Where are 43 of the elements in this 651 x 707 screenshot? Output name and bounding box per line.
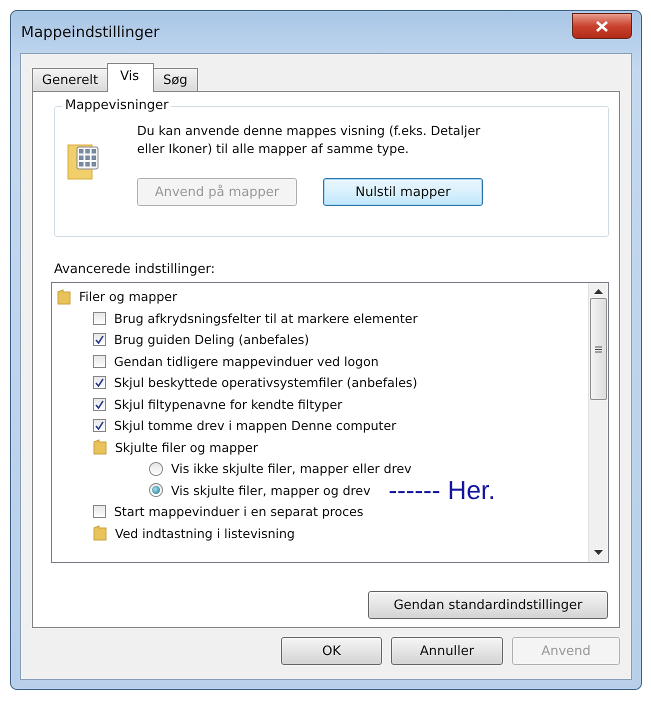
section-label: Avancerede indstillinger:	[54, 262, 216, 277]
scroll-down-icon[interactable]	[594, 550, 603, 555]
scroll-up-icon[interactable]	[594, 289, 603, 294]
checkbox[interactable]	[93, 354, 106, 368]
grip-icon	[595, 346, 602, 352]
option-label: Skjul tomme drev i mappen Denne computer	[114, 418, 396, 434]
annotation-text: ------ Her.	[388, 474, 496, 506]
close-button[interactable]	[572, 13, 632, 39]
window-title: Mappeindstillinger	[20, 23, 160, 41]
tab[interactable]: Vis	[107, 63, 154, 92]
radio-button[interactable]	[149, 462, 163, 476]
option-label: Gendan tidligere mappevinduer ved logon	[114, 354, 379, 369]
checkbox[interactable]	[93, 419, 106, 432]
option-label: Vis skjulte filer, mapper og drev	[171, 482, 370, 498]
dialog-button[interactable]: OK	[281, 637, 382, 665]
scroll-thumb[interactable]	[590, 298, 607, 400]
radio-button[interactable]	[149, 483, 163, 498]
restore-defaults-button[interactable]: Gendan standardindstillinger	[368, 591, 608, 619]
option-label: Skjul beskyttede operativsystemfiler (anbefales)	[114, 375, 418, 390]
group-title: Mappevisninger	[62, 98, 172, 113]
description-text: Du kan anvende denne mappes visning (f.eks. Detaljer eller Ikoner) til alle mapper af samme type.	[137, 122, 482, 158]
tab[interactable]: Generelt	[32, 68, 108, 91]
folder-icon	[57, 288, 71, 305]
option-label: Brug afkrydsningsfelter til at markere elementer	[114, 310, 418, 326]
tab[interactable]: Søg	[153, 68, 198, 91]
checkbox[interactable]	[93, 333, 106, 346]
close-icon	[596, 20, 608, 32]
checkbox[interactable]	[93, 312, 106, 325]
checkbox[interactable]	[93, 505, 106, 518]
option-label: Filer og mapper	[79, 289, 178, 304]
option-label: Brug guiden Deling (anbefales)	[114, 332, 310, 348]
option-label: Skjul filtypenavne for kendte filtyper	[114, 396, 342, 412]
checkbox[interactable]	[93, 376, 106, 390]
option-label: Ved indtastning i listevisning	[115, 526, 295, 541]
option-label: Skjulte filer og mapper	[115, 440, 258, 455]
dialog-button[interactable]: Annuller	[391, 637, 503, 665]
folder-icon	[93, 525, 107, 542]
checkbox[interactable]	[93, 398, 106, 411]
option-label: Vis ikke skjulte filer, mapper eller drev	[171, 461, 412, 476]
scrollbar[interactable]	[588, 283, 608, 562]
folder-icon	[93, 439, 107, 456]
action-button[interactable]: Nulstil mapper	[323, 178, 483, 206]
option-label: Start mappevinduer i en separat proces	[114, 504, 364, 520]
